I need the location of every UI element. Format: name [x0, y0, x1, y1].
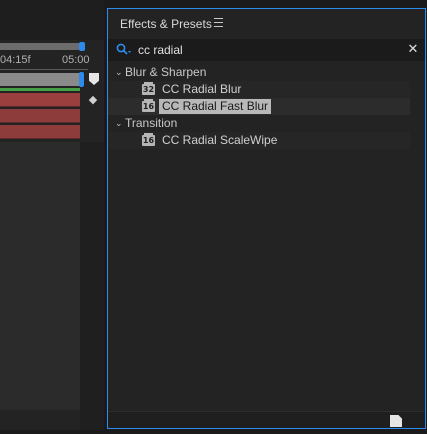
- panel-header: Effects & Presets: [108, 9, 425, 37]
- panel-title[interactable]: Effects & Presets: [120, 17, 212, 31]
- ruler-timecode-label: 04:15f: [0, 54, 31, 66]
- timeline-header-area: [0, 0, 104, 40]
- timeline-panel: 04:15f 05:00 ◆: [0, 0, 104, 430]
- new-bin-icon[interactable]: [390, 415, 402, 427]
- keyframe-navigator-icon[interactable]: ◆: [86, 94, 100, 106]
- chevron-down-icon[interactable]: ⌄: [115, 115, 123, 132]
- effect-bit-depth-icon: 16: [142, 133, 155, 146]
- folder-label: Transition: [125, 116, 178, 130]
- work-area-end-handle[interactable]: [79, 42, 85, 51]
- folder-label: Blur & Sharpen: [125, 65, 207, 79]
- layer-duration-bar[interactable]: [0, 73, 80, 86]
- panel-footer: [108, 411, 425, 428]
- timeline-scroll-area[interactable]: [80, 142, 104, 430]
- layer-out-point-handle[interactable]: [79, 72, 84, 87]
- current-time-indicator[interactable]: [89, 73, 99, 85]
- hamburger-menu-icon[interactable]: [214, 18, 223, 27]
- time-ruler[interactable]: [0, 66, 88, 70]
- search-icon[interactable]: [116, 43, 132, 57]
- effect-bit-depth-icon: 16: [142, 99, 155, 112]
- layer-bar[interactable]: [0, 93, 80, 107]
- effect-label-selected: CC Radial Fast Blur: [159, 99, 272, 114]
- effects-presets-panel: Effects & Presets ✕ ⌄ Blur & Sharpen 32 …: [107, 8, 426, 429]
- effects-tree: ⌄ Blur & Sharpen 32 CC Radial Blur 16 CC…: [108, 64, 425, 149]
- layer-bar[interactable]: [0, 109, 80, 123]
- tree-item-cc-radial-fast-blur[interactable]: 16 CC Radial Fast Blur: [108, 98, 410, 115]
- layer-bar[interactable]: [0, 125, 80, 139]
- effect-bit-depth-icon: 32: [142, 82, 155, 95]
- work-area-bar[interactable]: [0, 43, 80, 50]
- tree-folder-blur-sharpen[interactable]: ⌄ Blur & Sharpen: [108, 64, 410, 81]
- timeline-track-area[interactable]: [0, 142, 80, 410]
- search-bar: ✕: [108, 39, 425, 61]
- tree-item-cc-radial-scalewipe[interactable]: 16 CC Radial ScaleWipe: [108, 132, 410, 149]
- effect-label: CC Radial Blur: [162, 82, 242, 96]
- ruler-timecode-label: 05:00: [62, 54, 90, 66]
- search-input[interactable]: [138, 42, 398, 58]
- close-icon[interactable]: ✕: [406, 42, 420, 56]
- tree-folder-transition[interactable]: ⌄ Transition: [108, 115, 410, 132]
- tree-item-cc-radial-blur[interactable]: 32 CC Radial Blur: [108, 81, 410, 98]
- render-progress-line: [0, 88, 80, 91]
- effect-label: CC Radial ScaleWipe: [162, 133, 278, 147]
- chevron-down-icon[interactable]: ⌄: [115, 64, 123, 81]
